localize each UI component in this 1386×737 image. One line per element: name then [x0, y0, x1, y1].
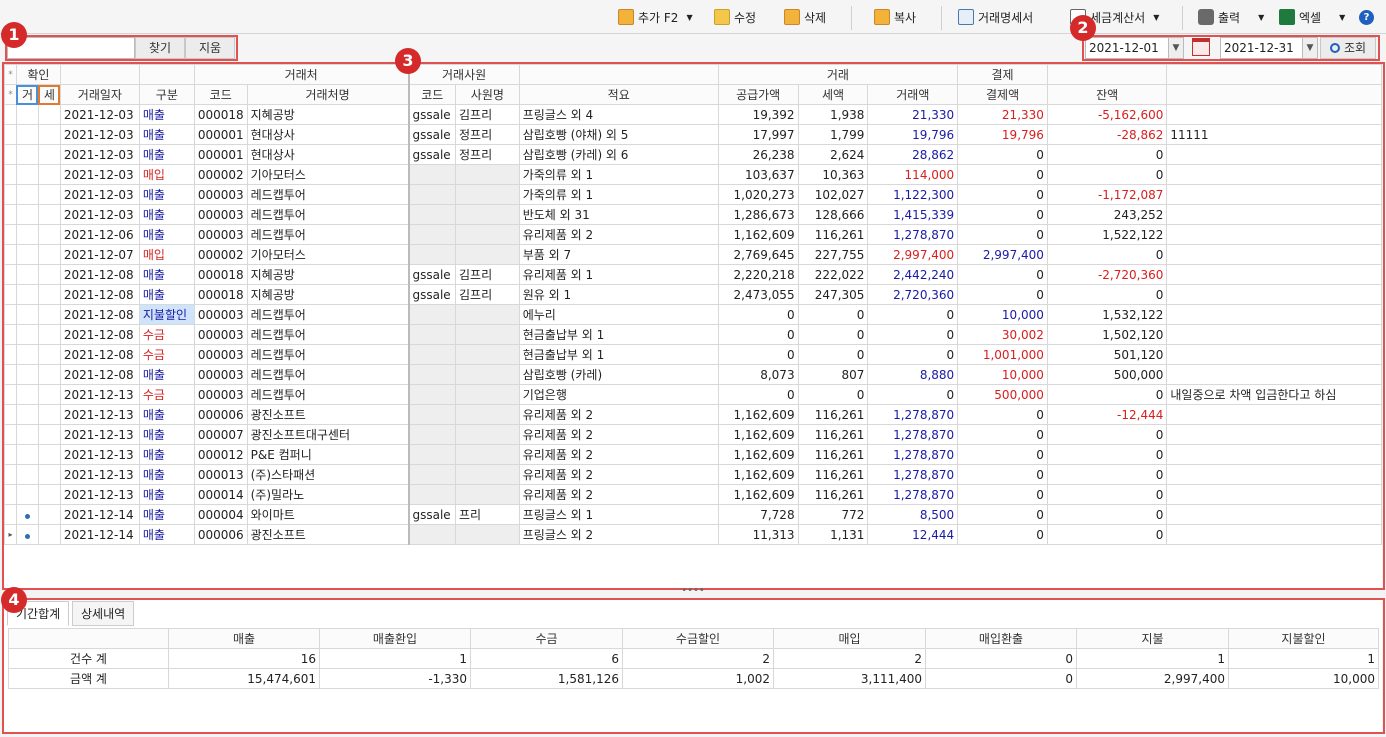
- callout-marker-3: 3: [395, 48, 421, 74]
- delete-button[interactable]: 삭제: [784, 6, 826, 28]
- printer-icon: [1198, 9, 1214, 25]
- add-button[interactable]: 추가 F2 ▼: [618, 6, 693, 28]
- edit-button[interactable]: 수정: [714, 6, 756, 28]
- callout-box-2: [1082, 35, 1380, 61]
- print-button[interactable]: 출력 ▼: [1198, 6, 1264, 28]
- callout-box-3: [2, 62, 1385, 590]
- excel-icon: [1279, 9, 1295, 25]
- callout-box-4: [2, 598, 1385, 734]
- chevron-down-icon: ▼: [1153, 12, 1160, 22]
- callout-marker-4: 4: [1, 587, 27, 613]
- callout-box-1: [5, 35, 238, 61]
- toolbar-divider: [1182, 6, 1183, 30]
- excel-button[interactable]: 엑셀 ▼: [1279, 6, 1345, 28]
- callout-marker-2: 2: [1070, 15, 1096, 41]
- statement-icon: [958, 9, 974, 25]
- toolbar: 추가 F2 ▼ 수정 삭제 복사 거래명세서 세금계산서 ▼ 출력 ▼ 엑셀 ▼ ?: [0, 0, 1386, 34]
- add-doc-icon: [618, 9, 634, 25]
- toolbar-divider: [941, 6, 942, 30]
- chevron-down-icon: ▼: [686, 12, 693, 22]
- help-button[interactable]: ?: [1359, 6, 1374, 28]
- callout-marker-1: 1: [1, 22, 27, 48]
- toolbar-divider: [851, 6, 852, 30]
- chevron-down-icon: ▼: [1339, 12, 1346, 22]
- copy-icon: [874, 9, 890, 25]
- delete-icon: [784, 9, 800, 25]
- chevron-down-icon: ▼: [1258, 12, 1265, 22]
- help-icon: ?: [1359, 9, 1374, 25]
- panel-splitter[interactable]: ••••: [0, 586, 1386, 597]
- copy-button[interactable]: 복사: [874, 6, 916, 28]
- statement-button[interactable]: 거래명세서: [958, 6, 1033, 28]
- edit-icon: [714, 9, 730, 25]
